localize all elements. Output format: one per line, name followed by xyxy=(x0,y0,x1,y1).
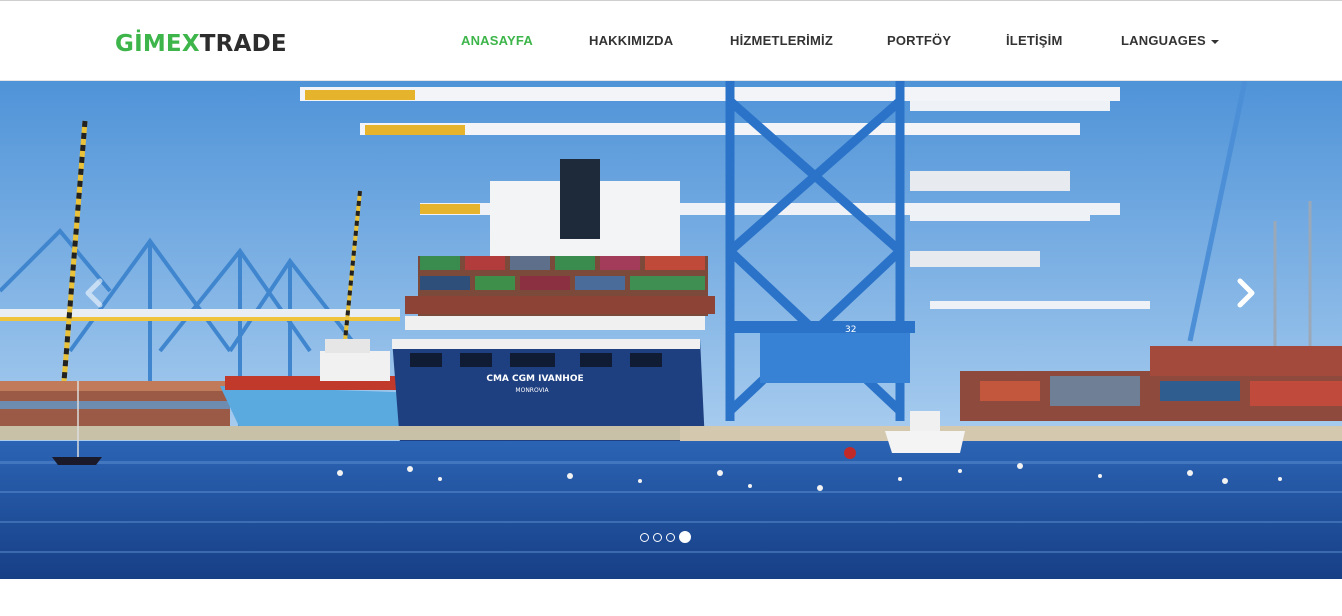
languages-label: LANGUAGES xyxy=(1121,33,1206,48)
chevron-left-icon xyxy=(85,278,103,308)
brand-logo-part1: GİMEX xyxy=(115,31,200,57)
nav-item-hizmetlerimiz[interactable]: HİZMETLERİMİZ xyxy=(730,32,833,50)
ship-name-text: CMA CGM IVANHOE xyxy=(486,374,583,384)
hero-carousel: CMA CGM IVANHOE MONROVIA 32 xyxy=(0,81,1342,579)
port-scene-image: CMA CGM IVANHOE MONROVIA 32 xyxy=(0,81,1342,579)
carousel-indicator-1[interactable] xyxy=(640,532,649,542)
carousel-indicators xyxy=(640,530,691,544)
nav-item-hakkimizda[interactable]: HAKKIMIZDA xyxy=(589,32,673,50)
carousel-indicator-2[interactable] xyxy=(653,532,662,542)
carousel-indicator-3[interactable] xyxy=(666,532,675,542)
carousel-next-button[interactable] xyxy=(1226,273,1266,313)
caret-down-icon xyxy=(1210,39,1219,44)
navbar: GİMEXTRADE ANASAYFA HAKKIMIZDA HİZMETLER… xyxy=(0,1,1342,81)
nav-item-languages[interactable]: LANGUAGES xyxy=(1121,32,1219,50)
carousel-indicator-4[interactable] xyxy=(679,531,691,543)
nav-item-portfoy[interactable]: PORTFÖY xyxy=(887,32,951,50)
chevron-right-icon xyxy=(1237,278,1255,308)
brand-logo-part2: TRADE xyxy=(199,31,287,57)
brand-logo[interactable]: GİMEXTRADE xyxy=(115,29,287,59)
ship-port-text: MONROVIA xyxy=(515,387,549,394)
nav-item-anasayfa[interactable]: ANASAYFA xyxy=(461,32,533,50)
nav-item-iletisim[interactable]: İLETİŞİM xyxy=(1006,32,1063,50)
carousel-prev-button[interactable] xyxy=(76,273,116,313)
